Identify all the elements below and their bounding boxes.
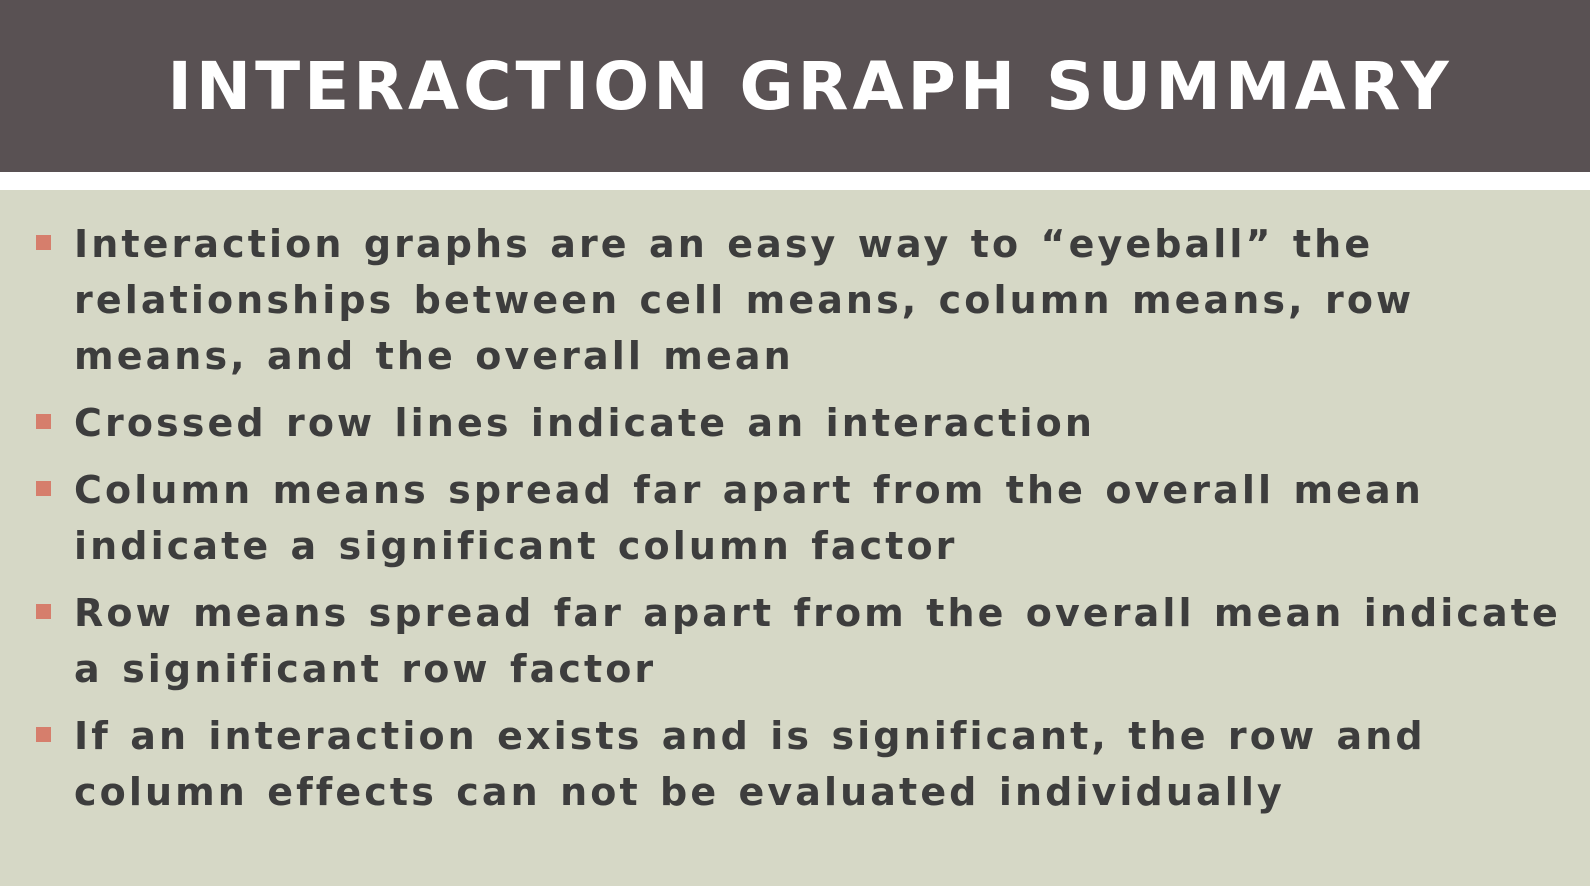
- slide-title: INTERACTION GRAPH SUMMARY: [167, 47, 1453, 125]
- title-bar: INTERACTION GRAPH SUMMARY: [0, 0, 1590, 172]
- bullet-item: Column means spread far apart from the o…: [34, 462, 1564, 574]
- bullet-text: Interaction graphs are an easy way to “e…: [74, 222, 1415, 378]
- bullet-item: If an interaction exists and is signific…: [34, 708, 1564, 820]
- bullet-text: Column means spread far apart from the o…: [74, 468, 1424, 568]
- bullet-item: Row means spread far apart from the over…: [34, 585, 1564, 697]
- content-area: Interaction graphs are an easy way to “e…: [0, 190, 1590, 886]
- bullet-text: Row means spread far apart from the over…: [74, 591, 1561, 691]
- bullet-item: Interaction graphs are an easy way to “e…: [34, 216, 1564, 384]
- bullet-text: If an interaction exists and is signific…: [74, 714, 1426, 814]
- slide: INTERACTION GRAPH SUMMARY Interaction gr…: [0, 0, 1590, 886]
- square-bullet-icon: [36, 481, 51, 496]
- square-bullet-icon: [36, 604, 51, 619]
- square-bullet-icon: [36, 727, 51, 742]
- square-bullet-icon: [36, 414, 51, 429]
- bullet-list: Interaction graphs are an easy way to “e…: [34, 216, 1564, 831]
- square-bullet-icon: [36, 235, 51, 250]
- bullet-item: Crossed row lines indicate an interactio…: [34, 395, 1564, 451]
- bullet-text: Crossed row lines indicate an interactio…: [74, 401, 1096, 445]
